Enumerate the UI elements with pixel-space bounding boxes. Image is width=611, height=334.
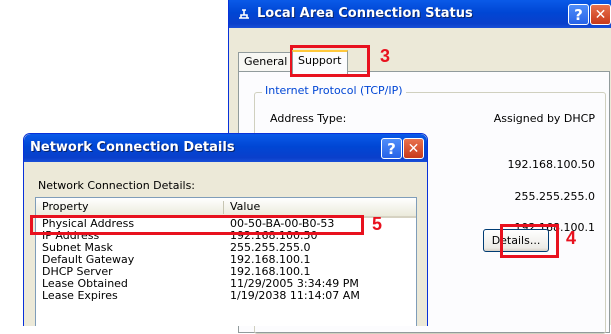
status-window-title: Local Area Connection Status [257, 6, 473, 21]
property-column-header[interactable]: Property [42, 200, 89, 213]
tcpip-group-label: Internet Protocol (TCP/IP) [262, 84, 406, 97]
details-close-button[interactable]: ✕ [403, 138, 424, 159]
value-cell: 1/19/2038 11:14:07 AM [230, 289, 360, 302]
status-title-bar[interactable]: Local Area Connection Status ? ✕ [229, 0, 611, 28]
step-5-marker: 5 [372, 214, 383, 234]
table-row[interactable]: Lease Expires 1/19/2038 11:14:07 AM [36, 290, 416, 302]
property-cell: Lease Expires [42, 289, 118, 302]
address-type-label: Address Type: [270, 112, 347, 125]
tab-general[interactable]: General [238, 52, 294, 72]
address-type-value: Assigned by DHCP [493, 112, 595, 125]
close-button[interactable]: ✕ [590, 4, 611, 25]
details-caption: Network Connection Details: [38, 179, 196, 192]
step-4-marker: 4 [566, 228, 577, 248]
column-divider[interactable] [223, 201, 224, 214]
physical-address-highlight [30, 215, 364, 235]
details-button-highlight [500, 224, 559, 258]
subnet-mask-value: 255.255.255.0 [514, 190, 595, 203]
details-title-bar[interactable]: Network Connection Details ? ✕ [24, 134, 427, 162]
ip-address-value: 192.168.100.50 [507, 158, 595, 171]
help-button[interactable]: ? [568, 4, 589, 25]
value-column-header[interactable]: Value [230, 200, 260, 213]
tab-support[interactable]: Support [292, 50, 348, 74]
details-window-title: Network Connection Details [30, 140, 235, 155]
step-3-marker: 3 [380, 46, 391, 66]
network-connection-icon [237, 7, 251, 21]
details-help-button[interactable]: ? [381, 138, 402, 159]
